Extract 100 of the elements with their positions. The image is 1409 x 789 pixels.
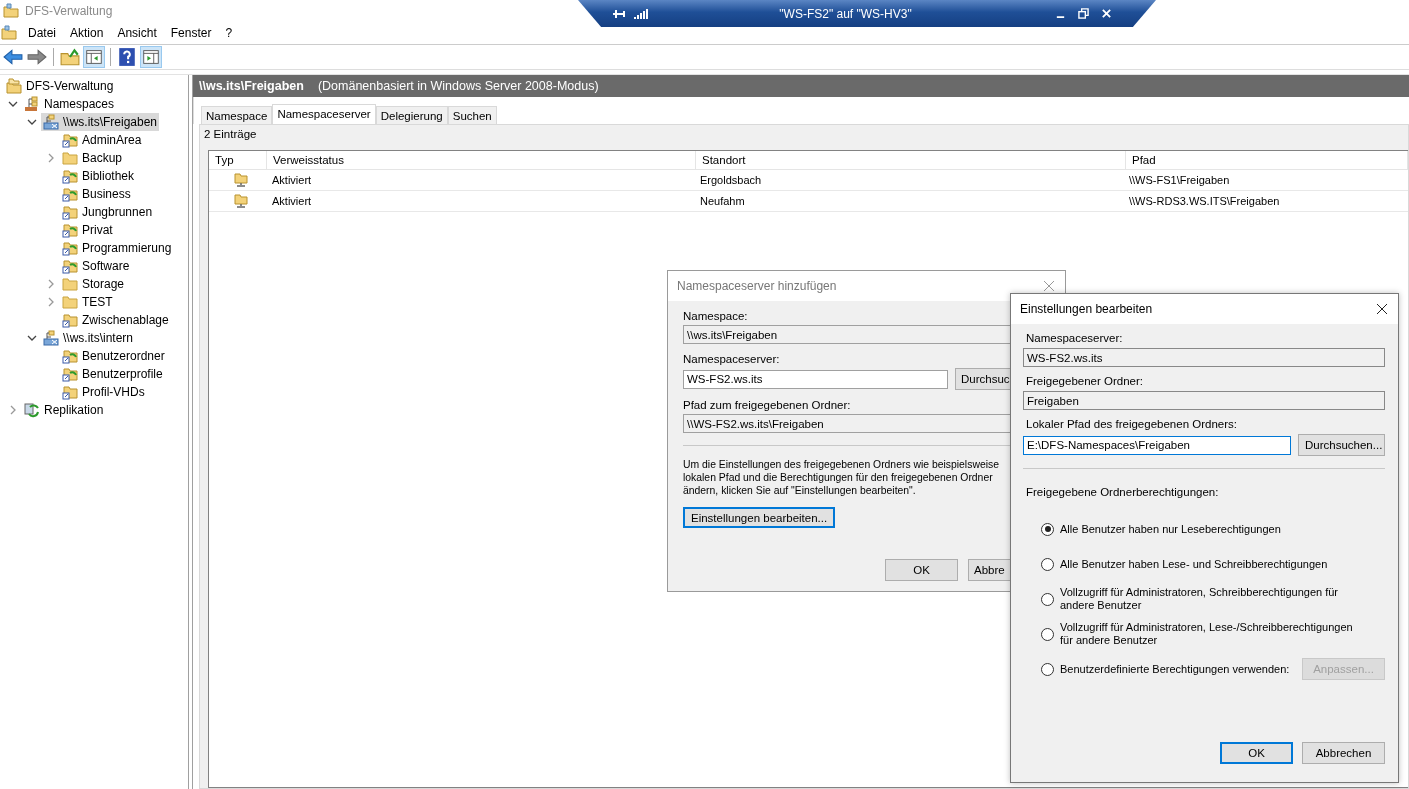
menu-item[interactable]: Datei — [21, 24, 63, 42]
window-title: DFS-Verwaltung — [25, 4, 113, 18]
close-icon[interactable] — [1376, 303, 1388, 315]
namespace-tree-icon — [24, 96, 40, 112]
ok-button[interactable]: OK — [1220, 742, 1293, 764]
dialog-title: Einstellungen bearbeiten — [1020, 302, 1153, 316]
local-path-input[interactable]: E:\DFS-Namespaces\Freigaben — [1023, 435, 1291, 455]
tree-item[interactable]: Namespaces — [22, 95, 117, 113]
tree-item[interactable]: Backup — [60, 149, 125, 167]
tree-item[interactable]: Business — [60, 185, 133, 203]
help-icon[interactable] — [117, 47, 137, 67]
column-header[interactable]: Pfad — [1126, 151, 1408, 169]
folder-link-icon — [62, 240, 78, 256]
field-label: Namespaceserver: — [1026, 332, 1124, 344]
cancel-button[interactable]: Abbre — [968, 559, 1011, 581]
folder-link-icon — [62, 366, 78, 382]
app-icon — [1, 25, 17, 41]
tree-item[interactable]: Bibliothek — [60, 167, 137, 185]
tree-item[interactable]: Privat — [60, 221, 115, 239]
info-text: Um die Einstellungen des freigegebenen Ordners wie beispielsweise lokalen Pfad und die Berechtigungen für den freigegebenen Ordner ändern, klicken Sie auf "Einstellungen bearbeiten". — [683, 458, 999, 497]
namespace-icon — [43, 114, 59, 130]
field-label: Namespace: — [683, 310, 749, 322]
forward-arrow-icon[interactable] — [27, 47, 47, 67]
radio-button[interactable] — [1041, 662, 1054, 676]
folder-up-icon[interactable] — [60, 47, 80, 67]
expand-chevron-icon[interactable] — [46, 297, 56, 307]
folders-icon — [6, 78, 22, 94]
menu-item[interactable]: Fenster — [163, 24, 219, 42]
menu-item[interactable]: ? — [218, 24, 240, 42]
menu-item[interactable]: Ansicht — [110, 24, 164, 42]
browse-button[interactable]: Durchsuchen... — [1298, 434, 1385, 456]
app-icon — [3, 3, 19, 19]
namespace-icon — [43, 330, 59, 346]
namespace-field: \\ws.its\Freigaben — [683, 325, 1013, 344]
folder-link-icon — [62, 132, 78, 148]
tree-item[interactable]: DFS-Verwaltung — [4, 77, 116, 95]
collapse-chevron-icon[interactable] — [27, 333, 37, 343]
radio-button[interactable] — [1041, 627, 1054, 641]
radio-button[interactable] — [1041, 522, 1054, 536]
tree-item[interactable]: Profil-VHDs — [60, 383, 147, 401]
restore-icon[interactable] — [1078, 8, 1089, 19]
tab[interactable]: Namespace — [201, 106, 273, 124]
tree-item[interactable]: TEST — [60, 293, 115, 311]
table-cell-text: Neufahm — [699, 194, 746, 209]
tab[interactable]: Namespaceserver — [272, 104, 376, 124]
tree-item[interactable]: Jungbrunnen — [60, 203, 155, 221]
expand-chevron-icon[interactable] — [46, 153, 56, 163]
expand-chevron-icon[interactable] — [46, 279, 56, 289]
table-cell-text: \\WS-FS1\Freigaben — [1128, 173, 1231, 188]
option-label: Benutzerdefinierte Berechtigungen verwenden: — [1060, 662, 1291, 676]
path-field: \\WS-FS2.ws.its\Freigaben — [683, 414, 1013, 433]
folder-shortcut-icon — [62, 312, 78, 328]
folder-link-icon — [62, 186, 78, 202]
field-label: Freigegebener Ordner: — [1026, 375, 1144, 387]
radio-button[interactable] — [1041, 557, 1054, 571]
pin-icon[interactable] — [612, 7, 628, 20]
field-label: Lokaler Pfad des freigegebenen Ordners: — [1026, 418, 1238, 430]
collapse-chevron-icon[interactable] — [8, 99, 18, 109]
server-input[interactable]: WS-FS2.ws.its — [683, 369, 948, 389]
back-arrow-icon[interactable] — [3, 47, 23, 67]
tree-item[interactable]: AdminArea — [60, 131, 144, 149]
column-header[interactable]: Verweisstatus — [267, 151, 696, 169]
menu-item[interactable]: Aktion — [63, 24, 111, 42]
browse-button[interactable]: Durchsuc — [955, 368, 1011, 390]
tree-item[interactable]: \\ws.its\Freigaben — [41, 113, 160, 131]
tab[interactable]: Suchen — [447, 106, 497, 124]
tree-item[interactable]: Zwischenablage — [60, 311, 171, 329]
tree-item[interactable]: Software — [60, 257, 132, 275]
option-label: Alle Benutzer haben Lese- und Schreibberechtigungen — [1060, 557, 1329, 571]
folder-icon — [62, 276, 78, 292]
tree-pane-icon[interactable] — [84, 47, 104, 67]
column-header[interactable]: Standort — [696, 151, 1126, 169]
collapse-chevron-icon[interactable] — [27, 117, 37, 127]
action-pane-icon[interactable] — [141, 47, 161, 67]
option-label: Alle Benutzer haben nur Leseberechtigungen — [1060, 522, 1282, 536]
server-folder-icon — [232, 193, 249, 209]
radio-button[interactable] — [1041, 592, 1054, 606]
namespace-title: \\ws.its\Freigaben — [199, 79, 304, 93]
folder-link-icon — [62, 258, 78, 274]
expand-chevron-icon[interactable] — [8, 405, 18, 415]
column-header[interactable]: Typ — [209, 151, 267, 169]
tree-item[interactable]: Replikation — [22, 401, 106, 419]
shared-folder-field: Freigaben — [1023, 391, 1385, 410]
tree-item[interactable]: Programmierung — [60, 239, 174, 257]
server-folder-icon — [232, 172, 249, 188]
replication-icon — [24, 402, 40, 418]
ok-button[interactable]: OK — [885, 559, 958, 581]
tab[interactable]: Delegierung — [375, 106, 448, 124]
tree-item[interactable]: Benutzerprofile — [60, 365, 165, 383]
table-cell-text: Aktiviert — [271, 173, 313, 188]
tree-item[interactable]: Storage — [60, 275, 127, 293]
folder-link-icon — [62, 348, 78, 364]
table-cell-text: \\WS-RDS3.WS.ITS\Freigaben — [1128, 194, 1281, 209]
tree-item[interactable]: \\ws.its\intern — [41, 329, 136, 347]
tree-item[interactable]: Benutzerordner — [60, 347, 167, 365]
option-label: Vollzugriff für Administratoren, Schreibberechtigungen für andere Benutzer — [1060, 586, 1339, 612]
folder-shortcut-icon — [62, 384, 78, 400]
edit-settings-button[interactable]: Einstellungen bearbeiten... — [683, 507, 836, 528]
cancel-button[interactable]: Abbrechen — [1302, 742, 1385, 764]
namespace-mode: (Domänenbasiert in Windows Server 2008-Modus) — [317, 79, 599, 93]
